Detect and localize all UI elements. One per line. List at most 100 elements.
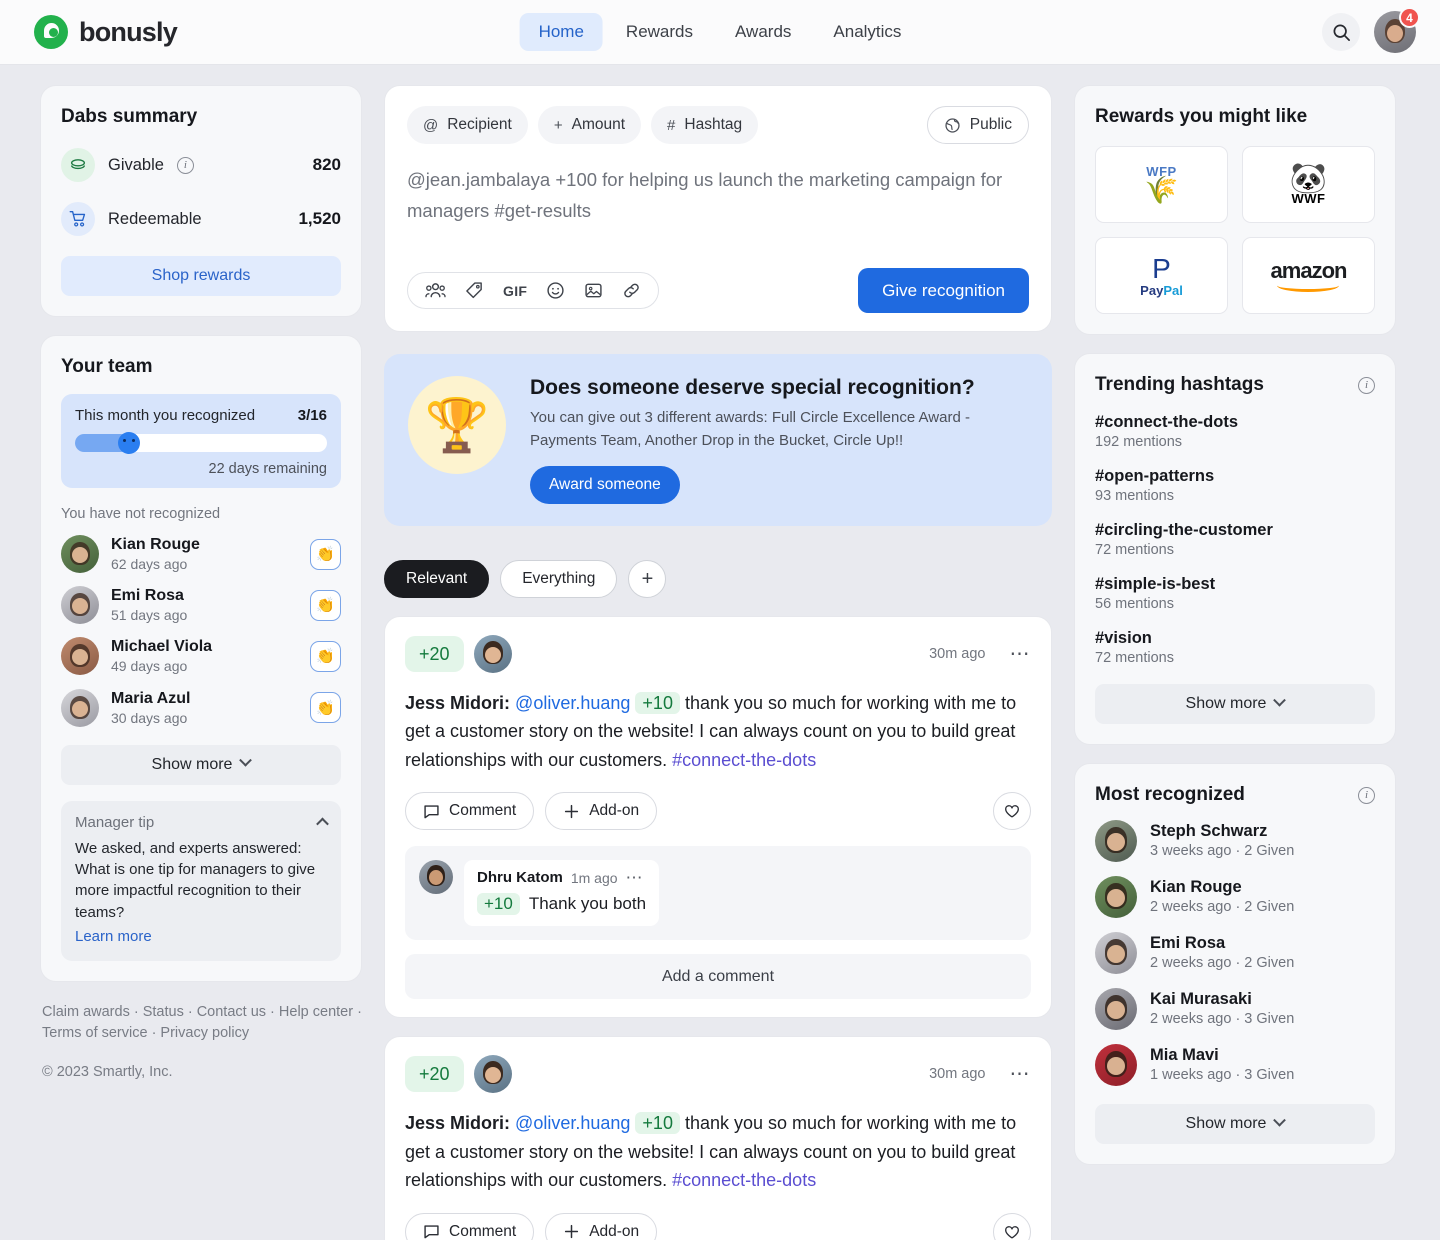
footer-links[interactable]: Claim awards · Status · Contact us · Hel… — [42, 1002, 362, 1044]
comment-amount: +10 — [477, 893, 520, 916]
recognition-input[interactable]: @jean.jambalaya +100 for helping us laun… — [407, 164, 1029, 240]
tag-icon[interactable] — [465, 281, 484, 300]
recipient-chip-label: Recipient — [447, 116, 512, 133]
list-item[interactable]: #circling-the-customer 72 mentions — [1095, 521, 1375, 558]
user-avatar-button[interactable]: 4 — [1374, 7, 1420, 53]
list-item[interactable]: Maria Azul 30 days ago 👏 — [61, 688, 341, 727]
clap-button[interactable]: 👏 — [310, 640, 341, 672]
nav-tab-analytics[interactable]: Analytics — [814, 13, 920, 51]
most-recognized-show-more-button[interactable]: Show more — [1095, 1104, 1375, 1144]
people-icon[interactable] — [425, 281, 446, 300]
dabs-summary-title: Dabs summary — [61, 106, 198, 127]
filter-everything[interactable]: Everything — [500, 560, 618, 598]
list-item[interactable]: Emi Rosa 2 weeks ago · 2 Given — [1095, 932, 1375, 974]
recognition-composer: @ Recipient + Amount # Hashtag Public @j… — [384, 85, 1052, 332]
post-hashtag[interactable]: #connect-the-dots — [672, 750, 816, 770]
amount-chip[interactable]: + Amount — [537, 106, 642, 144]
list-item[interactable]: Kai Murasaki 2 weeks ago · 3 Given — [1095, 988, 1375, 1030]
add-filter-button[interactable]: + — [628, 560, 667, 598]
clap-button[interactable]: 👏 — [310, 538, 341, 570]
paypal-logo-icon: P PayPal — [1140, 252, 1183, 298]
list-item[interactable]: #open-patterns 93 mentions — [1095, 467, 1375, 504]
list-item[interactable]: Mia Mavi 1 weeks ago · 3 Given — [1095, 1044, 1375, 1086]
post-header: +20 30m ago ⋯ — [405, 635, 1031, 673]
post-hashtag[interactable]: #connect-the-dots — [672, 1170, 816, 1190]
avatar[interactable] — [473, 635, 512, 673]
clap-button[interactable]: 👏 — [310, 589, 341, 621]
comment-button[interactable]: Comment — [405, 792, 535, 831]
person-meta: 2 weeks ago · 2 Given — [1150, 898, 1295, 915]
learn-more-link[interactable]: Learn more — [75, 928, 152, 945]
chevron-up-icon[interactable] — [316, 817, 329, 831]
emoji-icon[interactable] — [546, 281, 565, 300]
avatar[interactable] — [473, 1055, 512, 1094]
nav-tab-awards[interactable]: Awards — [716, 13, 810, 51]
award-someone-button[interactable]: Award someone — [530, 466, 680, 504]
givable-value: 820 — [312, 155, 341, 174]
hashtag-mentions: 72 mentions — [1095, 650, 1174, 666]
person-meta: 2 weeks ago · 2 Given — [1150, 954, 1295, 971]
plus-icon — [565, 804, 579, 818]
post-mention[interactable]: @oliver.huang — [515, 693, 630, 713]
person-name: Mia Mavi — [1150, 1046, 1219, 1065]
list-item[interactable]: #connect-the-dots 192 mentions — [1095, 413, 1375, 450]
trending-show-more-button[interactable]: Show more — [1095, 684, 1375, 724]
list-item[interactable]: #simple-is-best 56 mentions — [1095, 575, 1375, 612]
like-button[interactable] — [993, 792, 1031, 831]
list-item[interactable]: Kian Rouge 62 days ago 👏 — [61, 535, 341, 574]
chevron-down-icon — [1273, 1113, 1287, 1127]
page-container: Dabs summary Givable i 820 Redeemable 1,… — [0, 65, 1440, 1240]
like-button[interactable] — [993, 1212, 1031, 1240]
image-icon[interactable] — [584, 281, 603, 300]
globe-icon — [945, 117, 960, 133]
most-recognized-info-icon[interactable]: i — [1358, 786, 1375, 804]
trending-show-more-label: Show more — [1185, 695, 1267, 712]
gif-button[interactable]: GIF — [503, 283, 527, 299]
list-item[interactable]: Kian Rouge 2 weeks ago · 2 Given — [1095, 876, 1375, 918]
reward-tile-paypal[interactable]: P PayPal — [1095, 237, 1228, 314]
post-more-options-icon[interactable]: ⋯ — [1010, 644, 1032, 664]
comment-more-options-icon[interactable]: ⋯ — [626, 869, 644, 886]
list-item[interactable]: Steph Schwarz 3 weeks ago · 2 Given — [1095, 820, 1375, 862]
post-more-options-icon[interactable]: ⋯ — [1010, 1064, 1032, 1084]
reward-tile-wfp[interactable]: WFP 🌾 — [1095, 146, 1228, 223]
post-inline-amount: +10 — [635, 692, 680, 714]
clap-button[interactable]: 👏 — [310, 692, 341, 724]
avatar — [1095, 932, 1137, 974]
recipient-chip[interactable]: @ Recipient — [407, 106, 528, 144]
nav-tab-rewards[interactable]: Rewards — [607, 13, 712, 51]
person-since: 62 days ago — [111, 556, 188, 572]
reward-tile-wwf[interactable]: 🐼 WWF — [1242, 146, 1375, 223]
nav-tab-home[interactable]: Home — [519, 13, 603, 51]
person-name: Emi Rosa — [1150, 934, 1226, 953]
amazon-logo-icon: amazon — [1271, 259, 1347, 292]
add-comment-input[interactable]: Add a comment — [405, 954, 1031, 1000]
manager-tip-label: Manager tip — [75, 813, 155, 831]
filter-relevant[interactable]: Relevant — [384, 560, 490, 598]
avatar — [61, 586, 99, 625]
link-icon[interactable] — [622, 281, 641, 300]
comment-button[interactable]: Comment — [405, 1212, 535, 1240]
shop-rewards-button[interactable]: Shop rewards — [61, 256, 341, 296]
trending-info-icon[interactable]: i — [1358, 376, 1375, 394]
addon-button[interactable]: Add-on — [545, 792, 658, 831]
avatar — [419, 860, 453, 895]
notification-badge[interactable]: 4 — [1399, 7, 1420, 28]
brand-logo[interactable]: bonusly — [34, 15, 178, 49]
dabs-summary-card: Dabs summary Givable i 820 Redeemable 1,… — [40, 85, 362, 317]
visibility-chip[interactable]: Public — [926, 106, 1029, 144]
list-item[interactable]: Michael Viola 49 days ago 👏 — [61, 637, 341, 676]
post-amount-badge: +20 — [405, 1056, 464, 1093]
hashtag-chip-label: Hashtag — [684, 116, 743, 133]
post-mention[interactable]: @oliver.huang — [515, 1113, 630, 1133]
search-button[interactable] — [1322, 13, 1360, 51]
hashtag-chip[interactable]: # Hashtag — [651, 106, 759, 144]
list-item[interactable]: Emi Rosa 51 days ago 👏 — [61, 586, 341, 625]
team-show-more-button[interactable]: Show more — [61, 744, 341, 785]
give-recognition-button[interactable]: Give recognition — [858, 268, 1029, 313]
most-recognized-show-more-label: Show more — [1185, 1115, 1267, 1132]
givable-info-icon[interactable]: i — [176, 156, 194, 174]
list-item[interactable]: #vision 72 mentions — [1095, 629, 1375, 666]
reward-tile-amazon[interactable]: amazon — [1242, 237, 1375, 314]
addon-button[interactable]: Add-on — [545, 1212, 658, 1240]
